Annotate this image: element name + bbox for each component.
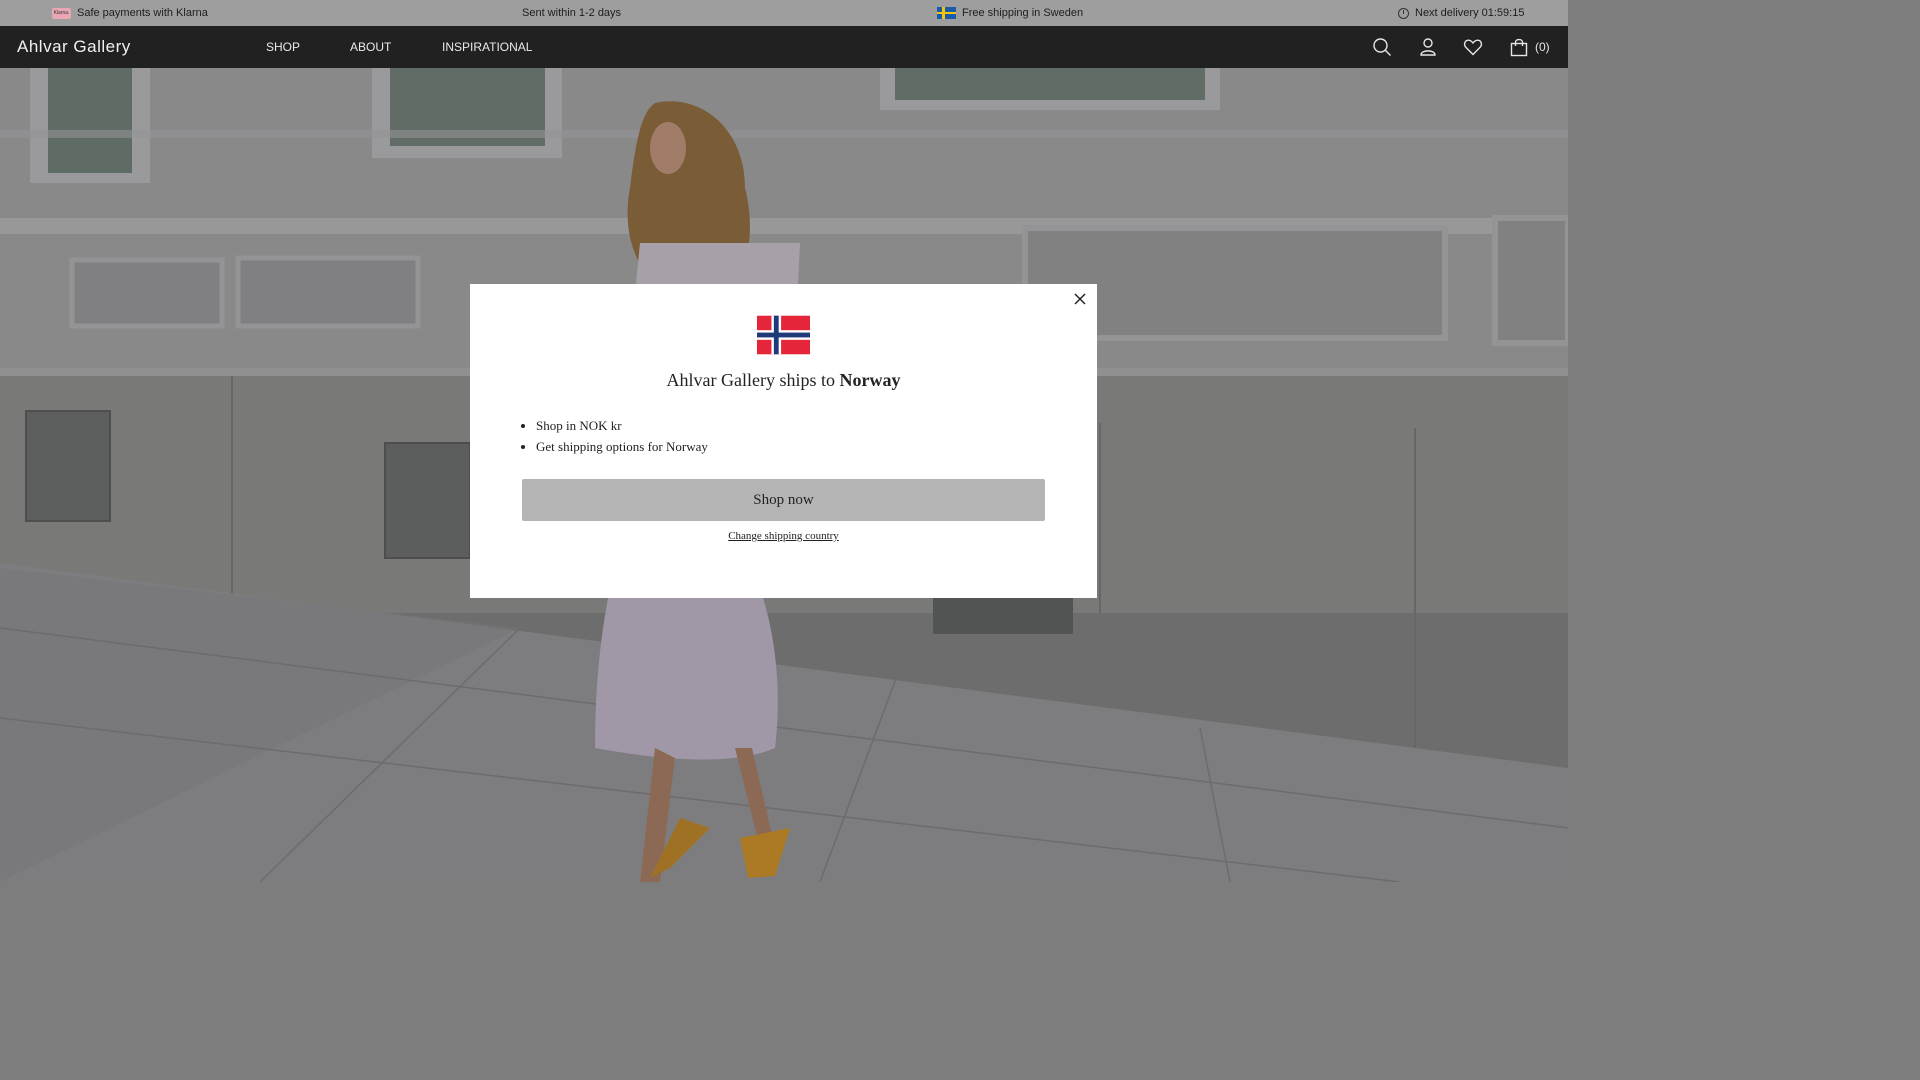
list-item: Shop in NOK kr bbox=[536, 415, 708, 436]
sent-notice: Sent within 1-2 days bbox=[522, 0, 621, 26]
nav-inspirational[interactable]: INSPIRATIONAL bbox=[442, 26, 532, 68]
announcement-bar: Klarna. Safe payments with Klarna Sent w… bbox=[0, 0, 1568, 26]
cart-count[interactable]: (0) bbox=[1535, 26, 1550, 68]
payments-text: Safe payments with Klarna bbox=[77, 7, 208, 19]
shipping-text: Free shipping in Sweden bbox=[962, 7, 1084, 19]
sent-text: Sent within 1-2 days bbox=[522, 7, 622, 19]
klarna-logo-icon: Klarna. bbox=[52, 7, 71, 19]
nav-about[interactable]: ABOUT bbox=[350, 26, 391, 68]
delivery-text: Next delivery 01:59:15 bbox=[1415, 7, 1525, 19]
close-icon[interactable] bbox=[1073, 292, 1087, 306]
search-icon[interactable] bbox=[1372, 37, 1392, 57]
norway-flag-icon bbox=[757, 315, 810, 355]
change-shipping-country-link[interactable]: Change shipping country bbox=[470, 530, 1097, 542]
site-logo[interactable]: Ahlvar Gallery bbox=[17, 26, 131, 68]
shopping-bag-icon[interactable] bbox=[1509, 37, 1529, 57]
clock-icon bbox=[1398, 7, 1409, 19]
list-item: Get shipping options for Norway bbox=[536, 436, 708, 457]
klarna-payment-notice: Klarna. Safe payments with Klarna bbox=[52, 0, 208, 26]
modal-title-text: Ahlvar Gallery ships to bbox=[666, 370, 835, 390]
shipping-country-modal: Ahlvar Gallery ships to Norway Shop in N… bbox=[470, 284, 1097, 598]
modal-title: Ahlvar Gallery ships to Norway bbox=[470, 370, 1097, 391]
account-icon[interactable] bbox=[1418, 37, 1438, 57]
modal-country: Norway bbox=[839, 370, 901, 390]
shipping-notice: Free shipping in Sweden bbox=[937, 0, 1083, 26]
delivery-notice: Next delivery 01:59:15 bbox=[1398, 0, 1524, 26]
benefits-list: Shop in NOK kr Get shipping options for … bbox=[522, 415, 708, 457]
wishlist-heart-icon[interactable] bbox=[1463, 37, 1483, 57]
nav-shop[interactable]: SHOP bbox=[266, 26, 300, 68]
site-header: Ahlvar Gallery SHOP ABOUT INSPIRATIONAL … bbox=[0, 26, 1568, 68]
sweden-flag-icon bbox=[937, 7, 956, 19]
shop-now-button[interactable]: Shop now bbox=[522, 479, 1045, 521]
